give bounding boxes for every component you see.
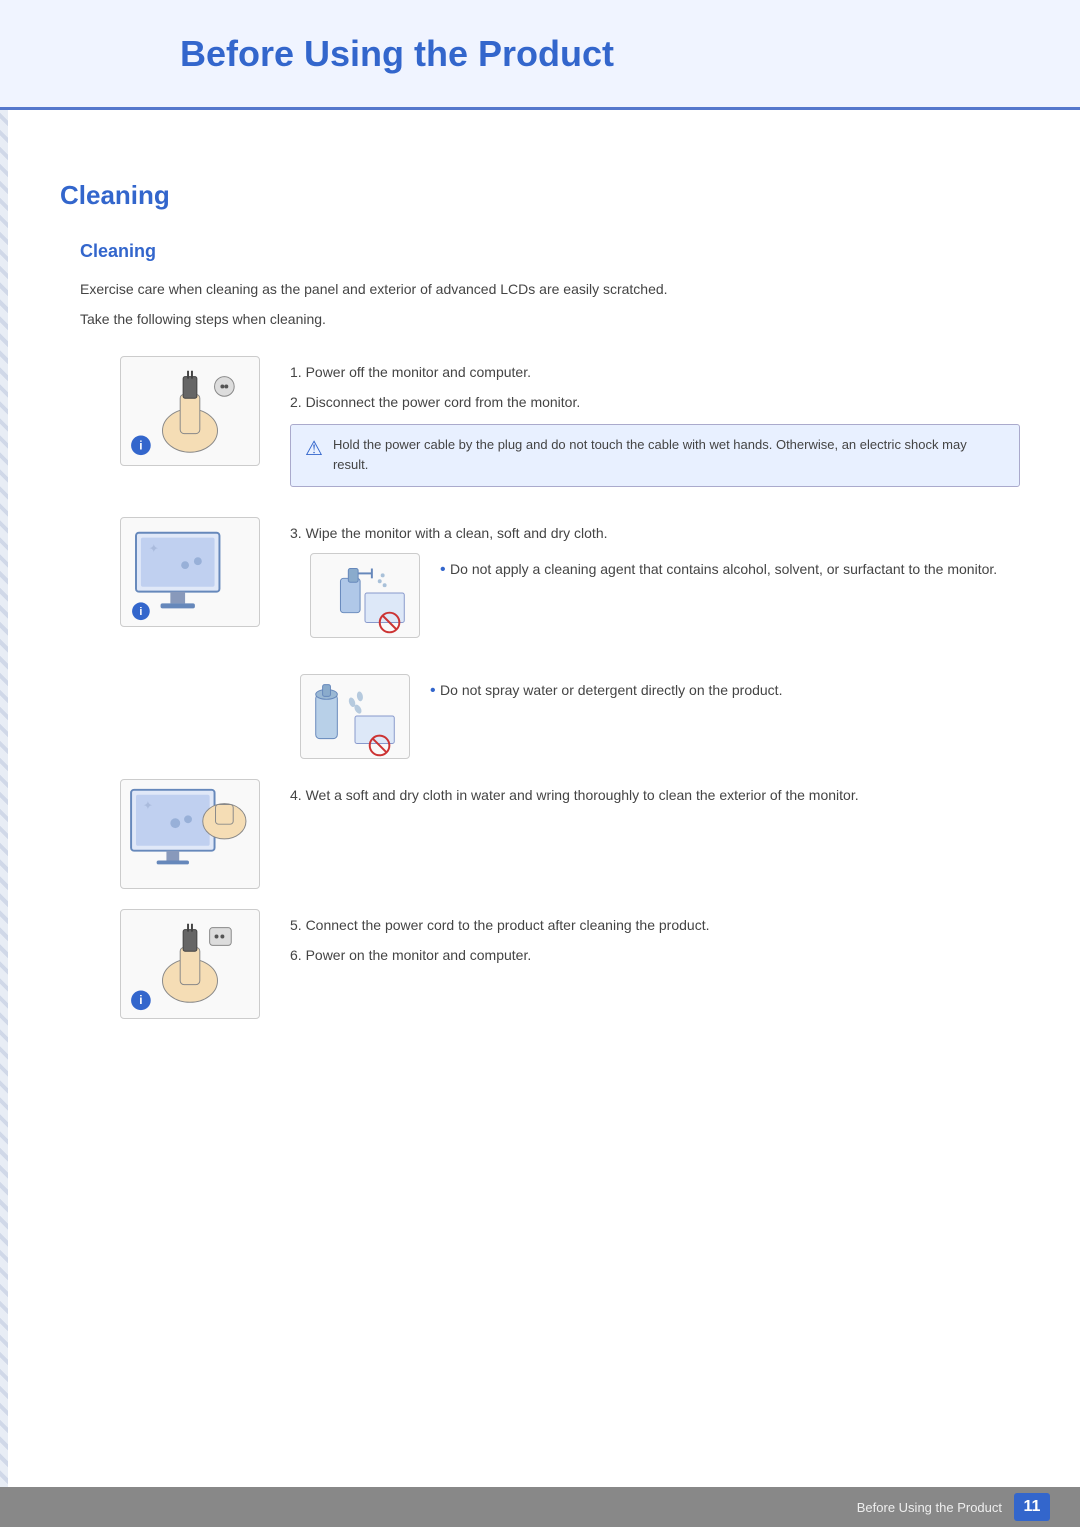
step-text-1: 1. Power off the monitor and computer. 2… xyxy=(290,356,1020,497)
page-header: Before Using the Product xyxy=(0,0,1080,130)
step-line-1-2: 2. Disconnect the power cord from the mo… xyxy=(290,391,1020,413)
step-image-4: ✦ xyxy=(120,779,260,889)
step-block-56: i 5. Connect the power cord to the produ… xyxy=(80,909,1020,1019)
step-line-1-1: 1. Power off the monitor and computer. xyxy=(290,361,1020,383)
step-image-1: i xyxy=(120,356,260,466)
svg-text:i: i xyxy=(139,606,142,618)
intro-text-2: Take the following steps when cleaning. xyxy=(80,308,1020,330)
step-block-1: i 1. Power off the monitor and computer.… xyxy=(80,356,1020,497)
illustration-power-on: i xyxy=(121,910,259,1018)
bullet-block-2-wrapper: Do not spray water or detergent directly… xyxy=(80,674,1020,759)
illustration-wet-cloth: ✦ xyxy=(121,780,259,888)
illustration-power-off: i xyxy=(121,357,259,465)
illustration-wipe-monitor: ✦ i xyxy=(121,518,259,626)
step-line-3-1: 3. Wipe the monitor with a clean, soft a… xyxy=(290,522,1020,544)
step-line-4-1: 4. Wet a soft and dry cloth in water and… xyxy=(290,784,1020,806)
step-block-4: ✦ 4. Wet a soft and dry cloth in water a… xyxy=(80,779,1020,889)
step-text-56: 5. Connect the power cord to the product… xyxy=(290,909,1020,975)
step-block-3: ✦ i 3. Wipe the monitor with a clean, so… xyxy=(80,517,1020,653)
step-image-3: ✦ i xyxy=(120,517,260,627)
svg-text:✦: ✦ xyxy=(143,799,153,812)
intro-text-1: Exercise care when cleaning as the panel… xyxy=(80,278,1020,300)
page-title: Before Using the Product xyxy=(0,0,1080,110)
bullet-block-1: Do not apply a cleaning agent that conta… xyxy=(290,553,1020,638)
sub-heading: Cleaning xyxy=(60,241,1020,262)
warning-box-1: ⚠ Hold the power cable by the plug and d… xyxy=(290,424,1020,488)
bullet-image-2 xyxy=(300,674,410,759)
step-image-56: i xyxy=(120,909,260,1019)
section-heading: Cleaning xyxy=(60,180,1020,211)
bullet-text-2: Do not spray water or detergent directly… xyxy=(430,674,1020,704)
bullet-image-1 xyxy=(310,553,420,638)
footer-text: Before Using the Product xyxy=(857,1500,1002,1515)
step-line-6-1: 6. Power on the monitor and computer. xyxy=(290,944,1020,966)
svg-text:i: i xyxy=(139,439,142,452)
illustration-no-spray xyxy=(301,674,409,759)
svg-text:✦: ✦ xyxy=(149,543,159,556)
illustration-no-agent xyxy=(311,553,419,638)
step-text-4: 4. Wet a soft and dry cloth in water and… xyxy=(290,779,1020,814)
stripe-decoration xyxy=(0,0,8,1527)
bullet-text-1: Do not apply a cleaning agent that conta… xyxy=(440,553,1020,583)
svg-text:i: i xyxy=(139,994,142,1007)
main-content: Cleaning Cleaning Exercise care when cle… xyxy=(0,160,1080,1119)
page-footer: Before Using the Product 11 xyxy=(0,1487,1080,1527)
content-section: Exercise care when cleaning as the panel… xyxy=(60,278,1020,1019)
warning-text: Hold the power cable by the plug and do … xyxy=(333,435,1005,477)
footer-page-number: 11 xyxy=(1014,1493,1050,1521)
warning-icon: ⚠ xyxy=(305,436,323,461)
step-text-3: 3. Wipe the monitor with a clean, soft a… xyxy=(290,517,1020,653)
step-line-5-1: 5. Connect the power cord to the product… xyxy=(290,914,1020,936)
